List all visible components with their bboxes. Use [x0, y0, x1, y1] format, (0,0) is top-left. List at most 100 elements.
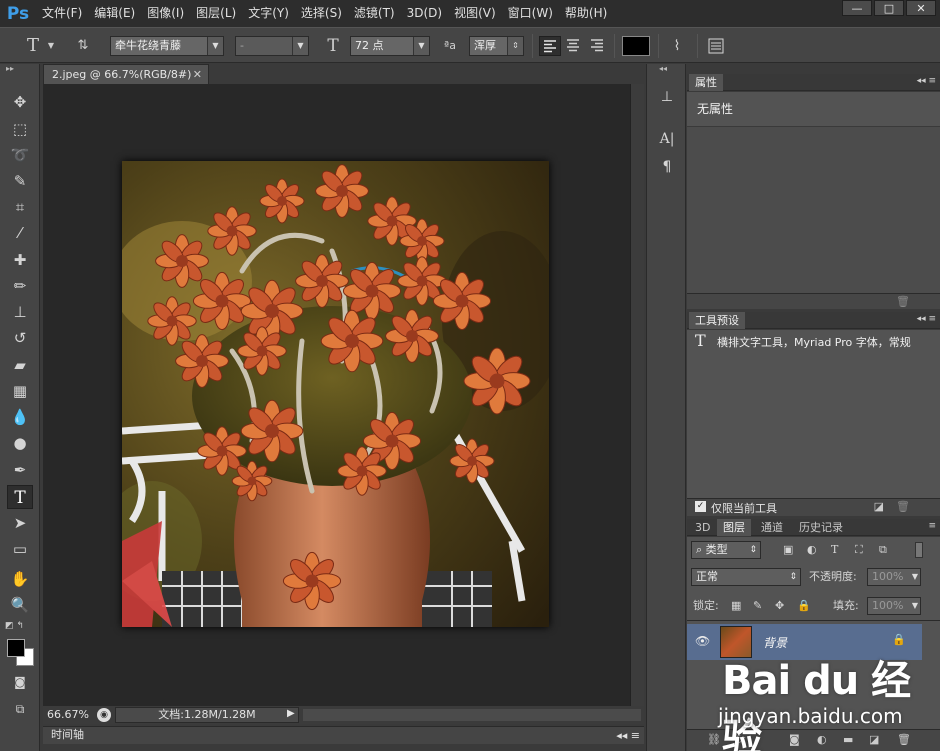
stamp-tool-icon[interactable]: ⊥ — [7, 300, 33, 324]
filter-smart-object-icon[interactable]: ⧉ — [879, 541, 887, 559]
close-button[interactable]: ✕ — [906, 0, 936, 16]
filter-adjustment-icon[interactable]: ◐ — [807, 541, 817, 559]
link-layers-icon[interactable]: ⛓ — [707, 733, 721, 746]
path-select-tool-icon[interactable]: ➤ — [7, 511, 33, 535]
minimize-button[interactable]: — — [842, 0, 872, 16]
preset-dropdown-arrow-icon[interactable]: ▼ — [46, 36, 56, 56]
eyedropper-tool-icon[interactable]: ⁄ — [7, 221, 33, 245]
collapse-icon[interactable]: ◂◂ — [659, 64, 667, 73]
filter-shape-icon[interactable]: ⛶ — [855, 541, 863, 559]
tab-channels[interactable]: 通道 — [755, 519, 789, 536]
lock-paint-icon[interactable]: ✎ — [753, 597, 762, 615]
menu-filter[interactable]: 滤镜(T) — [348, 0, 401, 27]
warp-text-icon[interactable]: ⌇ — [666, 36, 688, 56]
lock-all-icon[interactable]: 🔒 — [797, 597, 811, 615]
tool-preset-item[interactable]: T 横排文字工具，Myriad Pro 字体，常规 — [687, 330, 940, 352]
brush-tool-icon[interactable]: ✏ — [7, 274, 33, 298]
font-family-select[interactable]: 牵牛花绕青藤 ▼ — [110, 36, 224, 56]
menu-type[interactable]: 文字(Y) — [242, 0, 295, 27]
fill-input[interactable]: 100% ▼ — [867, 597, 921, 615]
hand-tool-icon[interactable]: ✋ — [7, 567, 33, 591]
layer-filter-select[interactable]: ⌕ 类型 ⇕ — [691, 541, 761, 559]
marquee-tool-icon[interactable]: ⬚ — [7, 117, 33, 141]
zoom-level[interactable]: 66.67% — [47, 708, 89, 721]
new-preset-icon[interactable]: ◪ — [874, 500, 884, 513]
default-colors-icon[interactable]: ◩ ↰ — [5, 621, 24, 631]
trash-icon[interactable]: 🗑 — [896, 500, 910, 513]
quick-mask-icon[interactable]: ◙ — [7, 670, 33, 694]
blend-mode-select[interactable]: 正常 ⇕ — [691, 568, 801, 586]
timeline-tab[interactable]: 时间轴 — [43, 728, 84, 741]
quick-select-tool-icon[interactable]: ✎ — [7, 169, 33, 193]
pen-tool-icon[interactable]: ✒ — [7, 458, 33, 482]
crop-tool-icon[interactable]: ⌗ — [7, 195, 33, 219]
zoom-tool-icon[interactable]: 🔍 — [7, 593, 33, 617]
filter-type-icon[interactable]: T — [831, 541, 838, 559]
align-left-icon — [544, 40, 556, 53]
type-tool-preset-icon[interactable]: T — [22, 36, 44, 56]
blur-tool-icon[interactable]: 💧 — [7, 405, 33, 429]
lock-position-icon[interactable]: ✥ — [775, 597, 784, 615]
vertical-scrollbar[interactable] — [630, 84, 644, 706]
panel-menu-icon[interactable]: ≡ — [928, 521, 936, 531]
character-panel-icon[interactable]: A| — [655, 128, 679, 150]
panel-menu-icon[interactable]: ◂◂ ≡ — [917, 314, 936, 324]
dodge-tool-icon[interactable]: ● — [7, 431, 33, 455]
tab-history[interactable]: 历史记录 — [793, 519, 849, 536]
tab-layers[interactable]: 图层 — [717, 519, 751, 536]
menu-3d[interactable]: 3D(D) — [401, 0, 448, 27]
paragraph-panel-icon[interactable]: ¶ — [655, 156, 679, 178]
visibility-eye-icon[interactable]: 👁 — [695, 634, 710, 648]
rectangle-tool-icon[interactable]: ▭ — [7, 537, 33, 561]
menu-edit[interactable]: 编辑(E) — [88, 0, 141, 27]
menu-file[interactable]: 文件(F) — [36, 0, 88, 27]
horizontal-scrollbar[interactable] — [303, 709, 641, 721]
opacity-input[interactable]: 100% ▼ — [867, 568, 921, 586]
move-tool-icon[interactable]: ✥ — [7, 90, 33, 114]
menu-image[interactable]: 图像(I) — [141, 0, 190, 27]
character-panel-button[interactable] — [705, 36, 729, 56]
gradient-tool-icon[interactable]: ▦ — [7, 379, 33, 403]
text-color-swatch[interactable] — [622, 36, 650, 56]
filter-toggle-switch[interactable] — [915, 542, 923, 558]
eraser-tool-icon[interactable]: ▰ — [7, 353, 33, 377]
panel-menu-icon[interactable]: ◂◂ ≡ — [917, 76, 936, 86]
tab-3d[interactable]: 3D — [689, 519, 716, 536]
menu-window[interactable]: 窗口(W) — [502, 0, 559, 27]
status-menu-arrow-icon[interactable]: ▶ — [287, 708, 295, 719]
tool-preset-label: 横排文字工具，Myriad Pro 字体，常规 — [717, 336, 911, 349]
align-right-button[interactable] — [587, 36, 609, 56]
collapse-icon[interactable]: ▸▸ — [6, 64, 14, 73]
chevron-down-icon: ▼ — [413, 37, 429, 55]
current-tool-checkbox[interactable]: ✓ — [695, 501, 706, 512]
document-image[interactable] — [122, 161, 549, 627]
paragraph-styles-icon[interactable]: ⊥ — [655, 86, 679, 108]
menu-help[interactable]: 帮助(H) — [559, 0, 613, 27]
panel-menu-icon[interactable]: ◂◂ ≡ — [608, 728, 640, 744]
type-tool-icon[interactable]: T — [7, 485, 33, 509]
lasso-tool-icon[interactable]: ➰ — [7, 143, 33, 167]
maximize-button[interactable]: □ — [874, 0, 904, 16]
menu-layer[interactable]: 图层(L) — [190, 0, 242, 27]
status-info-icon[interactable]: ◉ — [97, 708, 111, 722]
antialias-select[interactable]: 浑厚 ⇕ — [469, 36, 524, 56]
menu-select[interactable]: 选择(S) — [295, 0, 348, 27]
align-center-button[interactable] — [563, 36, 585, 56]
lock-transparent-icon[interactable]: ▦ — [731, 597, 741, 615]
close-icon[interactable]: ✕ — [193, 65, 202, 84]
tab-properties[interactable]: 属性 — [689, 74, 723, 91]
screen-mode-icon[interactable]: ⧉ — [7, 697, 33, 721]
align-left-button[interactable] — [539, 36, 561, 56]
tab-tool-presets[interactable]: 工具预设 — [689, 312, 745, 329]
history-brush-tool-icon[interactable]: ↺ — [7, 326, 33, 350]
font-style-select[interactable]: - ▼ — [235, 36, 309, 56]
font-size-select[interactable]: 72 点 ▼ — [350, 36, 430, 56]
menu-view[interactable]: 视图(V) — [448, 0, 502, 27]
options-bar: T ▼ ⇅ 牵牛花绕青藤 ▼ - ▼ T 72 点 ▼ ªa 浑厚 ⇕ ⌇ — [0, 27, 940, 63]
filter-pixel-icon[interactable]: ▣ — [783, 541, 793, 559]
foreground-color-swatch[interactable] — [7, 639, 25, 657]
document-tab[interactable]: 2.jpeg @ 66.7%(RGB/8#) ✕ — [43, 64, 209, 84]
healing-brush-tool-icon[interactable]: ✚ — [7, 248, 33, 272]
text-orientation-icon[interactable]: ⇅ — [72, 36, 94, 56]
menu-bar: Ps 文件(F) 编辑(E) 图像(I) 图层(L) 文字(Y) 选择(S) 滤… — [0, 0, 940, 27]
